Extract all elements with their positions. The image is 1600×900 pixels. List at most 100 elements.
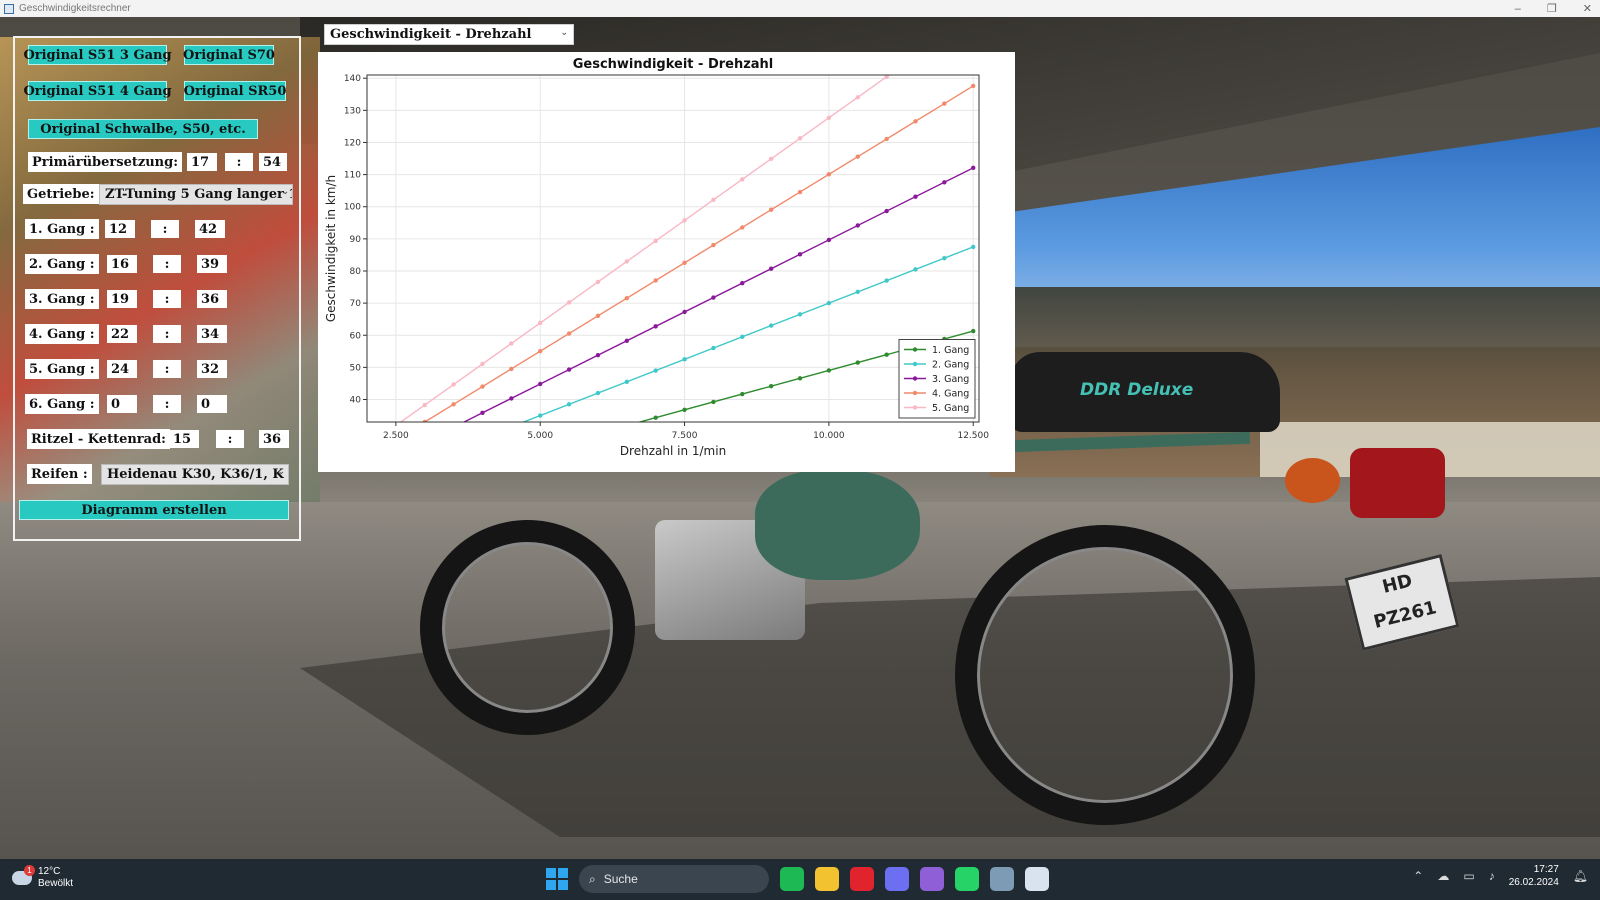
series-point bbox=[826, 172, 832, 177]
series-point bbox=[566, 331, 572, 336]
gear-4-a-input[interactable]: 22 bbox=[107, 325, 137, 343]
gear-1-a-input[interactable]: 12 bbox=[105, 220, 135, 238]
gear-6-a-input[interactable]: 0 bbox=[107, 395, 137, 413]
series-point bbox=[625, 423, 629, 427]
preset-s51-4-gang-button[interactable]: Original S51 4 Gang bbox=[23, 81, 172, 101]
visual-studio-icon[interactable] bbox=[920, 867, 944, 891]
legend-swatch-point bbox=[912, 405, 918, 410]
chevron-down-icon: ⌄ bbox=[281, 187, 289, 197]
series-point bbox=[480, 410, 485, 416]
maximize-button[interactable]: ❐ bbox=[1547, 2, 1557, 15]
gear-3-label: 3. Gang : bbox=[25, 289, 99, 309]
gear-2-b-input[interactable]: 39 bbox=[197, 255, 227, 273]
x-tick-label: 7.500 bbox=[672, 431, 698, 441]
chart-card: Geschwindigkeit - Drehzahl 2.500 5.000 7.50… bbox=[318, 52, 1015, 472]
window-controls: – ❐ ✕ bbox=[1515, 0, 1592, 17]
chart-type-select-value: Geschwindigkeit - Drehzahl bbox=[330, 27, 532, 42]
gearbox-select[interactable]: ZT-Tuning 5 Gang langer 1 ⌄ bbox=[99, 184, 293, 205]
network-icon[interactable]: ▭ bbox=[1463, 869, 1474, 883]
gear-5-a-input[interactable]: 24 bbox=[107, 360, 137, 378]
weather-desc: Bewölkt bbox=[38, 878, 74, 889]
weather-text: 12°C Bewölkt bbox=[38, 866, 73, 890]
legend-swatch-point bbox=[912, 347, 918, 352]
gearbox-select-value: ZT-Tuning 5 Gang langer 1 bbox=[105, 187, 293, 202]
series-point bbox=[711, 197, 716, 203]
windows-start-icon[interactable] bbox=[546, 868, 568, 890]
preset-s70-button[interactable]: Original S70 bbox=[183, 45, 275, 65]
series-point bbox=[480, 436, 484, 440]
volume-icon[interactable]: ♪ bbox=[1489, 869, 1495, 883]
preset-sr50-button[interactable]: Original SR50 bbox=[184, 81, 286, 101]
whatsapp-icon[interactable] bbox=[955, 867, 979, 891]
series-point bbox=[624, 379, 630, 385]
discord-icon[interactable] bbox=[885, 867, 909, 891]
series-point bbox=[740, 334, 745, 340]
gear-1-b-input[interactable]: 42 bbox=[195, 220, 225, 238]
file-explorer-icon[interactable] bbox=[815, 867, 839, 891]
series-point bbox=[797, 312, 803, 317]
gear-3-b-input[interactable]: 36 bbox=[197, 290, 227, 308]
primary-ratio-b-input[interactable]: 54 bbox=[259, 153, 287, 171]
series-point bbox=[855, 154, 860, 159]
notification-bell-icon[interactable]: 🔔︎ bbox=[1573, 869, 1588, 883]
app-icon bbox=[4, 3, 14, 14]
gear-4-label: 4. Gang : bbox=[25, 324, 99, 344]
clock-date: 26.02.2024 bbox=[1508, 877, 1559, 888]
series-point bbox=[913, 54, 917, 58]
series-point bbox=[768, 383, 774, 389]
search-icon: ⌕ bbox=[589, 871, 596, 886]
front-wheel bbox=[420, 520, 635, 735]
series-point bbox=[624, 338, 630, 343]
blinker bbox=[1285, 458, 1340, 503]
close-button[interactable]: ✕ bbox=[1583, 2, 1592, 15]
gear-2-label: 2. Gang : bbox=[25, 254, 99, 274]
series-point bbox=[797, 136, 803, 141]
series-point bbox=[768, 323, 774, 328]
tires-select-value: Heidenau K30, K36/1, K bbox=[107, 467, 284, 482]
chevron-down-icon: ⌄ bbox=[560, 28, 568, 38]
x-tick-label: 2.500 bbox=[383, 431, 409, 441]
gear-4-separator: : bbox=[153, 325, 181, 343]
gear-3-a-input[interactable]: 19 bbox=[107, 290, 137, 308]
gear-2-a-input[interactable]: 16 bbox=[107, 255, 137, 273]
chevron-up-icon[interactable]: ⌃ bbox=[1413, 869, 1423, 883]
preset-s51-3-gang-button[interactable]: Original S51 3 Gang bbox=[23, 45, 172, 65]
seat-lettering: DDR Deluxe bbox=[1080, 380, 1194, 400]
series-point bbox=[682, 260, 687, 265]
series-point bbox=[942, 101, 947, 106]
settings-panel: Original S51 3 Gang Original S70 Origina… bbox=[13, 36, 301, 541]
opera-icon[interactable] bbox=[850, 867, 874, 891]
primary-ratio-label: Primärübersetzung: bbox=[28, 152, 183, 172]
preset-schwalbe-button[interactable]: Original Schwalbe, S50, etc. bbox=[28, 119, 258, 139]
series-point bbox=[826, 368, 832, 373]
primary-ratio-a-input[interactable]: 17 bbox=[187, 153, 217, 171]
sprocket-a-input[interactable]: 15 bbox=[169, 430, 199, 448]
weather-badge: 1 bbox=[24, 865, 35, 876]
series-point bbox=[971, 328, 976, 334]
series-point bbox=[566, 300, 572, 305]
series-point bbox=[913, 119, 918, 124]
legend-label: 5. Gang bbox=[932, 403, 969, 414]
series-point bbox=[653, 415, 658, 420]
sprocket-b-input[interactable]: 36 bbox=[259, 430, 289, 448]
photos-icon[interactable] bbox=[990, 867, 1014, 891]
weather-widget[interactable]: 1 12°C Bewölkt bbox=[12, 865, 73, 890]
minimize-button[interactable]: – bbox=[1515, 3, 1521, 15]
chart-type-select[interactable]: Geschwindigkeit - Drehzahl ⌄ bbox=[324, 24, 574, 45]
series-point bbox=[653, 238, 658, 244]
series-point bbox=[711, 242, 716, 248]
speed-calculator-app-icon[interactable] bbox=[1025, 867, 1049, 891]
gear-5-b-input[interactable]: 32 bbox=[197, 360, 227, 378]
series-point bbox=[768, 207, 774, 212]
y-tick-label: 130 bbox=[344, 106, 361, 116]
taskbar-search[interactable]: ⌕ Suche bbox=[579, 865, 769, 893]
series-point bbox=[509, 341, 514, 346]
spotify-icon[interactable] bbox=[780, 867, 804, 891]
onedrive-icon[interactable]: ☁ bbox=[1437, 869, 1449, 883]
clock[interactable]: 17:27 26.02.2024 bbox=[1509, 863, 1559, 889]
tires-select[interactable]: Heidenau K30, K36/1, K ⌄ bbox=[101, 464, 289, 485]
gear-4-b-input[interactable]: 34 bbox=[197, 325, 227, 343]
series-point bbox=[913, 267, 918, 272]
create-diagram-button[interactable]: Diagramm erstellen bbox=[19, 500, 289, 520]
gear-6-b-input[interactable]: 0 bbox=[197, 395, 227, 413]
